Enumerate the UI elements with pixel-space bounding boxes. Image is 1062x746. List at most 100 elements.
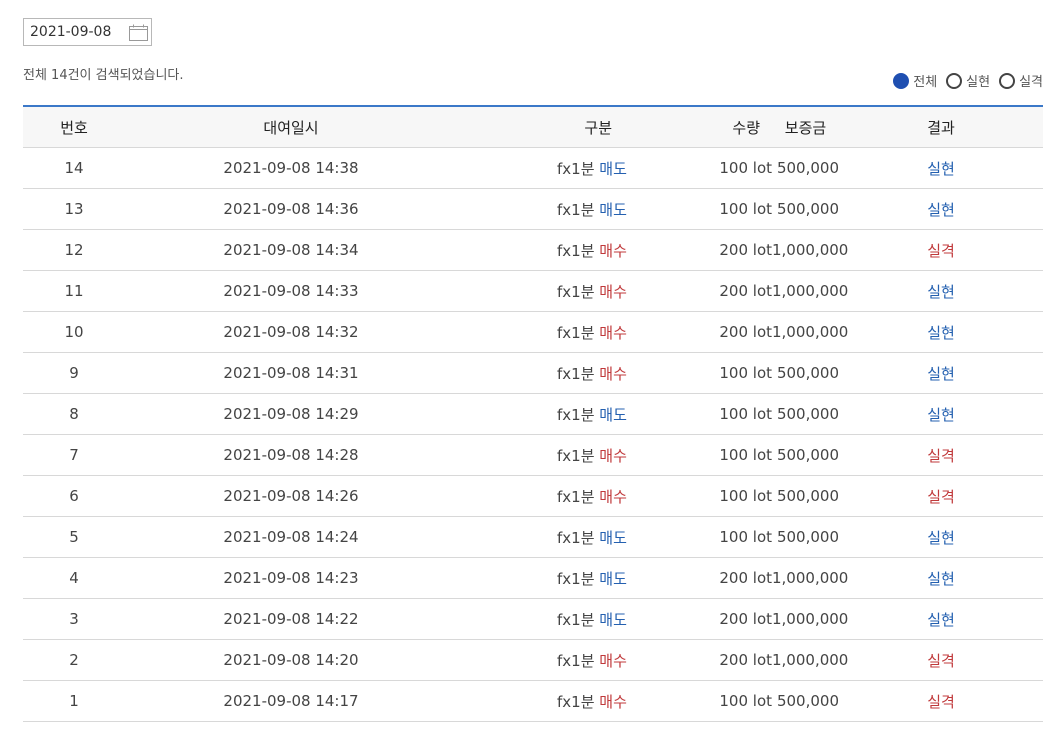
cell-rental-datetime: 2021-09-08 14:24: [125, 516, 457, 558]
radio-all[interactable]: 전체: [893, 71, 937, 90]
cell-result: 실현: [839, 352, 1043, 394]
cell-rental-datetime: 2021-09-08 14:20: [125, 639, 457, 681]
table-row: 12 2021-09-08 14:34 fx1분 매수 200 lot 1,000,00…: [23, 229, 1043, 271]
cell-rental-datetime: 2021-09-08 14:38: [125, 147, 457, 189]
cell-quantity: 100 lot: [612, 680, 772, 722]
cell-trade-side: 매도: [599, 569, 627, 588]
table-row: 9 2021-09-08 14:31 fx1분 매수 100 lot 500,000 실현: [23, 352, 1043, 394]
cell-product: fx1분: [557, 282, 595, 301]
table-row: 7 2021-09-08 14:28 fx1분 매수 100 lot 500,000 실격: [23, 434, 1043, 476]
cell-result: 실격: [839, 434, 1043, 476]
cell-category: fx1분 매수: [457, 229, 627, 271]
cell-trade-side: 매수: [599, 692, 627, 711]
header-category: 구분: [457, 106, 612, 148]
cell-category: fx1분 매도: [457, 516, 627, 558]
cell-product: fx1분: [557, 692, 595, 711]
cell-deposit: 1,000,000: [772, 229, 848, 271]
cell-number: 3: [23, 598, 125, 640]
cell-result: 실현: [839, 311, 1043, 353]
cell-category: fx1분 매수: [457, 352, 627, 394]
header-number: 번호: [23, 106, 125, 148]
cell-quantity: 200 lot: [612, 311, 772, 353]
cell-number: 7: [23, 434, 125, 476]
cell-category: fx1분 매수: [457, 311, 627, 353]
cell-category: fx1분 매수: [457, 639, 627, 681]
radio-disqualified[interactable]: 실격: [999, 71, 1043, 90]
cell-number: 12: [23, 229, 125, 271]
cell-rental-datetime: 2021-09-08 14:29: [125, 393, 457, 435]
cell-deposit: 500,000: [772, 434, 839, 476]
cell-quantity: 100 lot: [612, 393, 772, 435]
cell-result: 실현: [839, 188, 1043, 230]
cell-deposit: 500,000: [772, 516, 839, 558]
cell-number: 11: [23, 270, 125, 312]
radio-disqualified-label: 실격: [1019, 75, 1043, 90]
cell-category: fx1분 매도: [457, 393, 627, 435]
date-filter[interactable]: [23, 18, 152, 46]
cell-trade-side: 매수: [599, 282, 627, 301]
cell-trade-side: 매도: [599, 610, 627, 629]
radio-all-indicator[interactable]: [893, 72, 910, 89]
cell-quantity: 200 lot: [612, 639, 772, 681]
cell-rental-datetime: 2021-09-08 14:33: [125, 270, 457, 312]
cell-rental-datetime: 2021-09-08 14:17: [125, 680, 457, 722]
cell-quantity: 100 lot: [612, 434, 772, 476]
cell-product: fx1분: [557, 364, 595, 383]
cell-rental-datetime: 2021-09-08 14:31: [125, 352, 457, 394]
table-row: 10 2021-09-08 14:32 fx1분 매수 200 lot 1,000,00…: [23, 311, 1043, 353]
cell-rental-datetime: 2021-09-08 14:28: [125, 434, 457, 476]
result-count-text: 전체 14건이 검색되었습니다.: [23, 68, 184, 83]
cell-quantity: 100 lot: [612, 516, 772, 558]
cell-number: 5: [23, 516, 125, 558]
cell-deposit: 500,000: [772, 680, 839, 722]
cell-deposit: 1,000,000: [772, 270, 848, 312]
cell-category: fx1분 매수: [457, 475, 627, 517]
date-input[interactable]: [24, 19, 130, 45]
cell-quantity: 200 lot: [612, 229, 772, 271]
header-result: 결과: [839, 106, 1043, 148]
radio-disqualified-indicator[interactable]: [999, 72, 1016, 89]
cell-deposit: 1,000,000: [772, 598, 848, 640]
cell-category: fx1분 매수: [457, 270, 627, 312]
radio-realized[interactable]: 실현: [946, 71, 990, 90]
cell-product: fx1분: [557, 569, 595, 588]
header-rental-datetime: 대여일시: [125, 106, 457, 148]
cell-result: 실현: [839, 598, 1043, 640]
cell-result: 실현: [839, 393, 1043, 435]
cell-product: fx1분: [557, 200, 595, 219]
cell-number: 13: [23, 188, 125, 230]
radio-realized-label: 실현: [966, 75, 991, 90]
cell-number: 4: [23, 557, 125, 599]
cell-rental-datetime: 2021-09-08 14:34: [125, 229, 457, 271]
cell-trade-side: 매수: [599, 487, 627, 506]
table-row: 13 2021-09-08 14:36 fx1분 매도 100 lot 500,000 실…: [23, 188, 1043, 230]
cell-quantity: 100 lot: [612, 352, 772, 394]
result-filter: 전체 실현 실격: [893, 71, 1043, 90]
cell-category: fx1분 매도: [457, 188, 627, 230]
calendar-icon[interactable]: [129, 24, 148, 41]
cell-product: fx1분: [557, 651, 595, 670]
cell-quantity: 100 lot: [612, 147, 772, 189]
cell-trade-side: 매도: [599, 200, 627, 219]
table-row: 6 2021-09-08 14:26 fx1분 매수 100 lot 500,000 실격: [23, 475, 1043, 517]
cell-product: fx1분: [557, 241, 595, 260]
cell-category: fx1분 매수: [457, 434, 627, 476]
table-row: 11 2021-09-08 14:33 fx1분 매수 200 lot 1,000,00…: [23, 270, 1043, 312]
rental-history-table: 번호 대여일시 구분 수량 보증금 결과 14 2021-09-08 14:38 f…: [23, 105, 1043, 722]
table-row: 4 2021-09-08 14:23 fx1분 매도 200 lot 1,000,000…: [23, 557, 1043, 599]
cell-quantity: 200 lot: [612, 557, 772, 599]
cell-result: 실격: [839, 680, 1043, 722]
cell-result: 실현: [839, 147, 1043, 189]
cell-trade-side: 매도: [599, 528, 627, 547]
cell-number: 1: [23, 680, 125, 722]
cell-trade-side: 매수: [599, 651, 627, 670]
cell-number: 2: [23, 639, 125, 681]
radio-realized-indicator[interactable]: [946, 72, 963, 89]
cell-deposit: 1,000,000: [772, 311, 848, 353]
cell-product: fx1분: [557, 446, 595, 465]
cell-deposit: 500,000: [772, 475, 839, 517]
cell-result: 실격: [839, 639, 1043, 681]
cell-quantity: 200 lot: [612, 598, 772, 640]
cell-result: 실현: [839, 557, 1043, 599]
cell-quantity: 200 lot: [612, 270, 772, 312]
